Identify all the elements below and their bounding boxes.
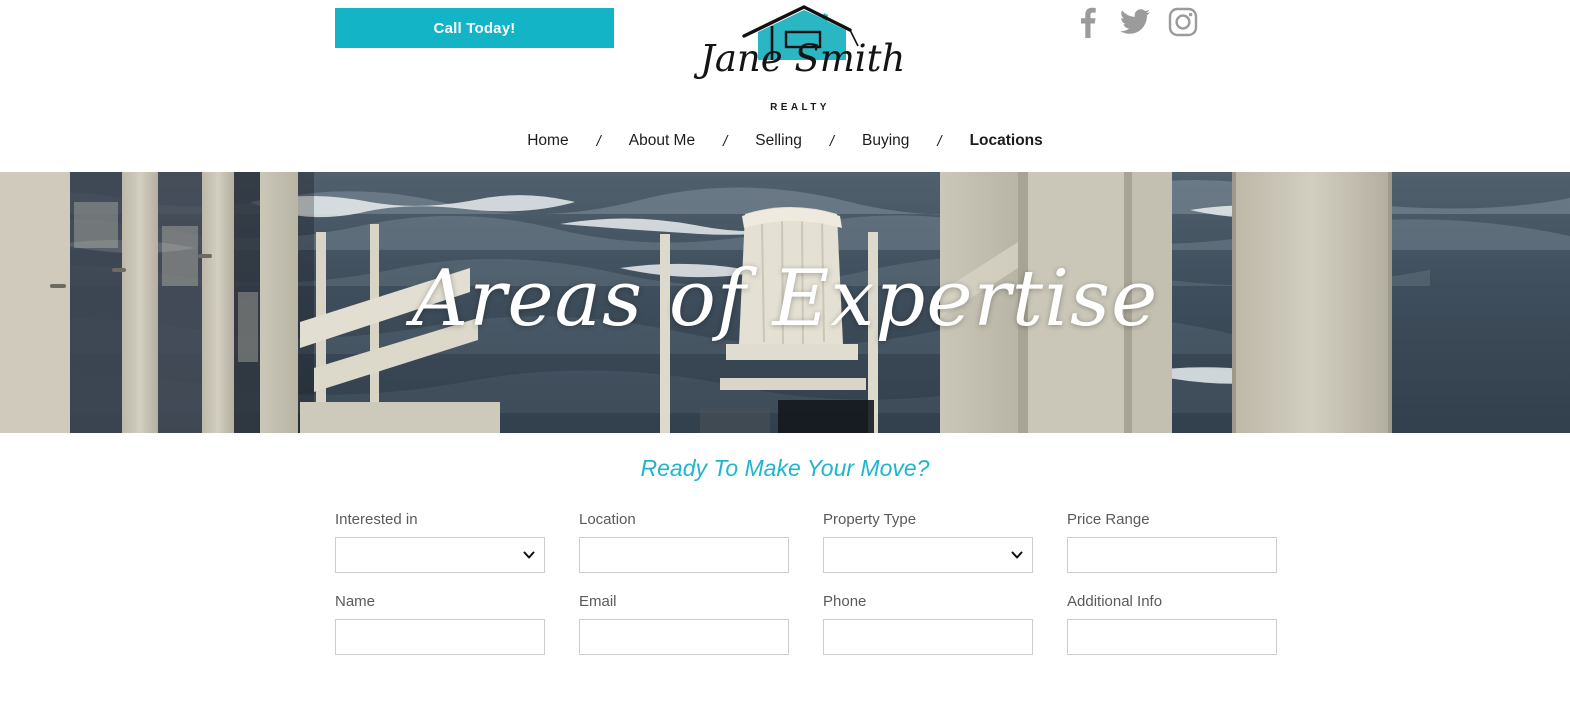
additional-info-input[interactable] bbox=[1067, 619, 1277, 655]
nav-item-locations[interactable]: Locations bbox=[956, 132, 1057, 150]
select-wrap-interested-in bbox=[335, 537, 545, 573]
form-row-1: Interested in Location Property Type Pri… bbox=[335, 511, 1277, 573]
logo-script-name: Jane Smith bbox=[700, 37, 906, 80]
nav-separator: / bbox=[829, 132, 834, 150]
label-phone: Phone bbox=[823, 593, 867, 610]
field-interested-in: Interested in bbox=[335, 511, 545, 573]
instagram-icon[interactable] bbox=[1168, 6, 1198, 38]
field-name: Name bbox=[335, 593, 545, 655]
field-additional-info: Additional Info bbox=[1067, 593, 1277, 655]
field-price-range: Price Range bbox=[1067, 511, 1277, 573]
main-navigation: Home / About Me / Selling / Buying / Loc… bbox=[0, 132, 1570, 150]
page-root: Call Today! Jane Smith REALTY Home / Abo… bbox=[0, 0, 1570, 724]
label-location: Location bbox=[579, 511, 636, 528]
email-input[interactable] bbox=[579, 619, 789, 655]
label-additional-info: Additional Info bbox=[1067, 593, 1163, 610]
nav-item-buying[interactable]: Buying bbox=[848, 132, 923, 150]
interested-in-select[interactable] bbox=[335, 537, 545, 573]
label-property-type: Property Type bbox=[823, 511, 917, 528]
hero-banner: Areas of Expertise bbox=[0, 172, 1570, 433]
social-links bbox=[1072, 6, 1198, 38]
nav-item-home[interactable]: Home bbox=[513, 132, 582, 150]
field-email: Email bbox=[579, 593, 789, 655]
call-today-button[interactable]: Call Today! bbox=[335, 8, 614, 48]
label-price-range: Price Range bbox=[1067, 511, 1150, 528]
form-grid: Interested in Location Property Type Pri… bbox=[335, 511, 1277, 675]
field-phone: Phone bbox=[823, 593, 1033, 655]
nav-item-about-me[interactable]: About Me bbox=[615, 132, 709, 150]
nav-separator: / bbox=[596, 132, 601, 150]
nav-separator: / bbox=[937, 132, 942, 150]
site-logo[interactable]: Jane Smith REALTY bbox=[700, 2, 906, 120]
price-range-input[interactable] bbox=[1067, 537, 1277, 573]
label-name: Name bbox=[335, 593, 376, 610]
form-row-2: Name Email Phone Additional Info bbox=[335, 593, 1277, 655]
label-interested-in: Interested in bbox=[335, 511, 418, 528]
hero-title: Areas of Expertise bbox=[411, 253, 1159, 344]
field-property-type: Property Type bbox=[823, 511, 1033, 573]
location-input[interactable] bbox=[579, 537, 789, 573]
nav-item-selling[interactable]: Selling bbox=[741, 132, 816, 150]
twitter-icon[interactable] bbox=[1120, 6, 1150, 38]
nav-separator: / bbox=[723, 132, 728, 150]
site-header: Call Today! Jane Smith REALTY Home / Abo… bbox=[0, 0, 1570, 172]
select-wrap-property-type bbox=[823, 537, 1033, 573]
phone-input[interactable] bbox=[823, 619, 1033, 655]
logo-subtitle: REALTY bbox=[770, 102, 830, 113]
name-input[interactable] bbox=[335, 619, 545, 655]
property-type-select[interactable] bbox=[823, 537, 1033, 573]
field-location: Location bbox=[579, 511, 789, 573]
label-email: Email bbox=[579, 593, 617, 610]
form-heading: Ready To Make Your Move? bbox=[640, 455, 930, 481]
facebook-icon[interactable] bbox=[1072, 6, 1102, 38]
contact-form-section: Ready To Make Your Move? Interested in L… bbox=[0, 433, 1570, 724]
